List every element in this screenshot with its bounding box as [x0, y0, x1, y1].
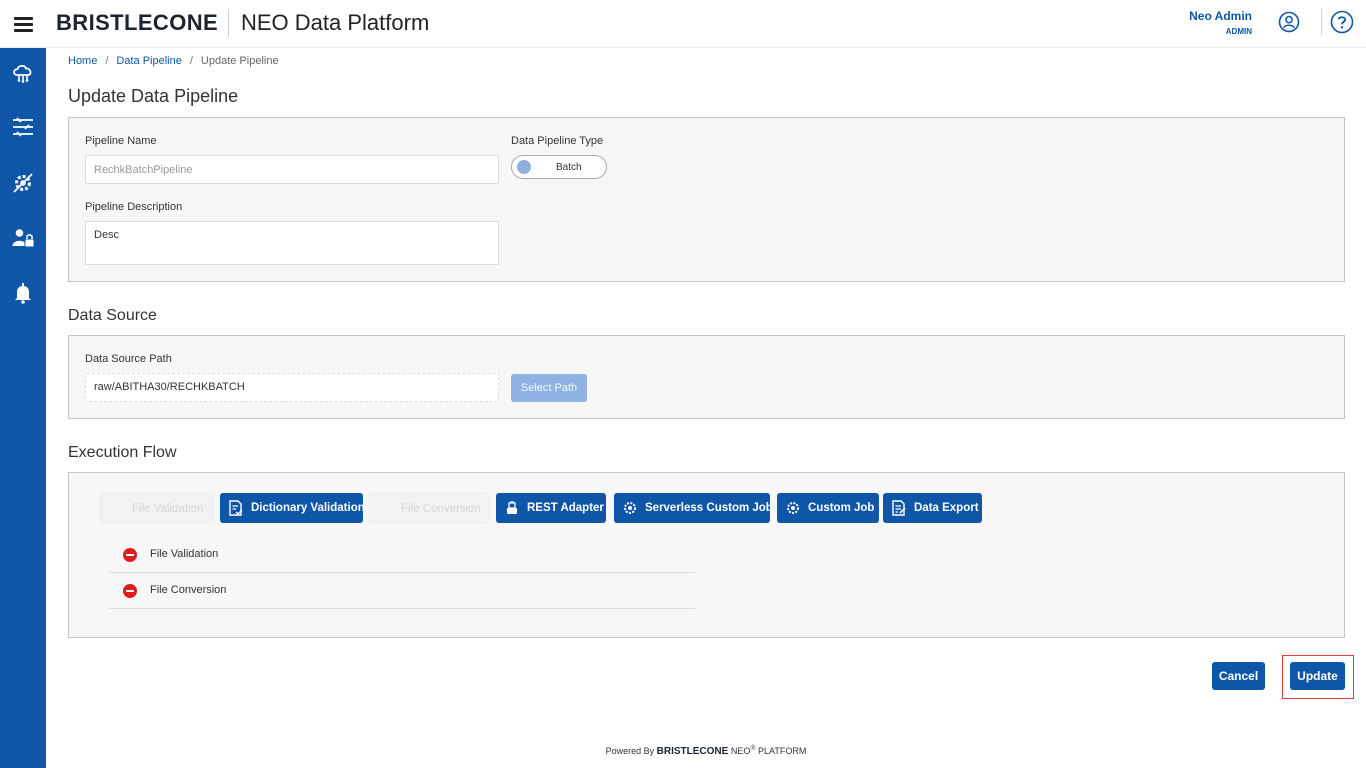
footer-brand: BRISTLECONE	[656, 746, 729, 757]
custom-job-button-label: Custom Job	[808, 502, 875, 514]
bell-icon[interactable]	[11, 281, 35, 305]
breadcrumb-home[interactable]: Home	[68, 55, 97, 67]
file-conversion-button-label: File Conversion	[401, 503, 481, 515]
pipeline-description-label: Pipeline Description	[85, 201, 183, 213]
header-divider-right	[1321, 9, 1322, 35]
pipeline-type-label: Data Pipeline Type	[511, 135, 604, 147]
rest-adapter-button[interactable]: REST Adapter	[496, 493, 606, 523]
page-title: Update Data Pipeline	[68, 86, 239, 106]
breadcrumb-data-pipeline[interactable]: Data Pipeline	[116, 55, 181, 67]
main-content: Home / Data Pipeline / Update Pipeline Updat…	[46, 48, 1366, 768]
cog-icon	[624, 502, 636, 514]
footer: Powered By BRISTLECONE NEO® PLATFORM	[46, 745, 1366, 757]
rest-adapter-button-label: REST Adapter	[527, 502, 604, 514]
custom-job-button[interactable]: Custom Job	[777, 493, 879, 523]
selected-step-label: File Conversion	[150, 584, 227, 596]
export-document-icon	[892, 500, 906, 516]
adapter-icon	[507, 501, 517, 514]
select-path-button[interactable]: Select Path	[511, 374, 587, 402]
data-source-path-input[interactable]: raw/ABITHA30/RECHKBATCH	[85, 373, 499, 402]
execution-flow-panel: File Validation Dictionary Validation Fi…	[68, 472, 1345, 638]
user-name: Neo Admin	[1189, 9, 1252, 23]
file-validation-button[interactable]: File Validation	[100, 493, 214, 523]
breadcrumb-current: Update Pipeline	[200, 55, 279, 67]
remove-icon[interactable]	[123, 548, 137, 562]
app-title: NEO Data Platform	[241, 10, 430, 35]
footer-platform: PLATFORM	[758, 746, 807, 756]
data-source-title: Data Source	[68, 307, 157, 324]
file-validation-button-label: File Validation	[132, 503, 204, 515]
file-conversion-button[interactable]: File Conversion	[369, 493, 490, 523]
user-profile-icon[interactable]	[1278, 11, 1300, 33]
data-export-button-label: Data Export	[914, 502, 979, 514]
menu-icon[interactable]	[14, 17, 33, 32]
pipeline-type-value: Batch	[556, 162, 582, 173]
brand-logo[interactable]: BRISTLECONE	[56, 10, 218, 36]
data-source-path-label: Data Source Path	[85, 353, 172, 365]
footer-neo: NEO	[730, 746, 751, 756]
breadcrumb-separator: /	[105, 55, 109, 67]
serverless-custom-job-button[interactable]: Serverless Custom Job	[614, 493, 773, 523]
breadcrumb: Home / Data Pipeline / Update Pipeline	[68, 55, 279, 67]
serverless-custom-job-button-label: Serverless Custom Job	[645, 502, 773, 514]
dictionary-validation-button-label: Dictionary Validation	[251, 502, 365, 514]
pipeline-details-panel: Pipeline Name RechkBatchPipeline Data Pi…	[68, 117, 1345, 282]
user-role: ADMIN	[1225, 27, 1252, 36]
settings-gear-icon[interactable]	[11, 171, 35, 195]
data-source-panel: Data Source Path raw/ABITHA30/RECHKBATCH…	[68, 335, 1345, 419]
cancel-button[interactable]: Cancel	[1212, 662, 1265, 690]
pipeline-type-toggle[interactable]: Batch	[511, 155, 607, 179]
cog-icon	[787, 502, 799, 514]
user-admin-icon[interactable]	[11, 226, 35, 250]
toggle-knob	[517, 160, 531, 174]
footer-powered-by: Powered By	[605, 746, 655, 756]
cloud-data-icon[interactable]	[11, 60, 35, 84]
pipeline-icon[interactable]	[11, 115, 35, 139]
dictionary-validation-button[interactable]: Dictionary Validation	[220, 493, 365, 523]
pipeline-name-input[interactable]: RechkBatchPipeline	[85, 155, 499, 184]
footer-registered: ®	[750, 745, 756, 752]
help-icon[interactable]	[1330, 10, 1354, 34]
pipeline-description-input[interactable]: Desc	[85, 221, 499, 265]
document-check-icon	[229, 500, 243, 516]
remove-icon[interactable]	[123, 584, 137, 598]
sidebar	[0, 48, 46, 768]
header-divider	[228, 9, 229, 37]
breadcrumb-separator: /	[189, 55, 193, 67]
pipeline-name-label: Pipeline Name	[85, 135, 157, 147]
selected-step-row: File Conversion	[109, 573, 695, 609]
selected-step-label: File Validation	[150, 548, 219, 560]
execution-flow-title: Execution Flow	[68, 444, 177, 461]
selected-step-row: File Validation	[109, 537, 695, 573]
data-export-button[interactable]: Data Export	[883, 493, 982, 523]
top-bar: BRISTLECONE NEO Data Platform Neo Admin …	[0, 0, 1366, 48]
update-button[interactable]: Update	[1290, 662, 1345, 690]
